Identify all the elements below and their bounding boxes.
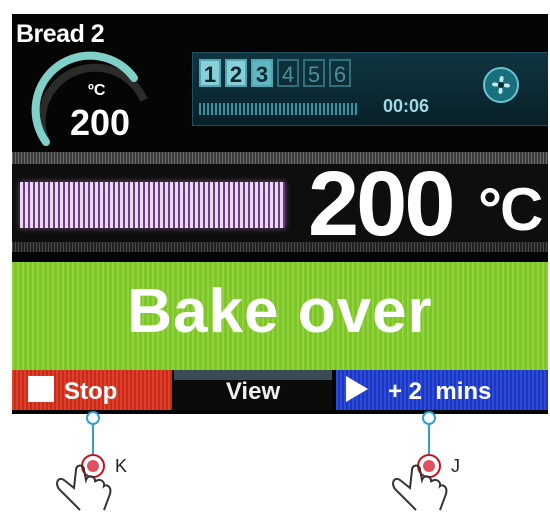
stop-square-icon — [28, 376, 54, 402]
step-2[interactable]: 2 — [225, 59, 247, 87]
heating-bar — [20, 182, 285, 228]
view-button[interactable]: View — [174, 370, 332, 410]
status-text: Bake over — [127, 277, 433, 346]
step-4[interactable]: 4 — [277, 59, 299, 87]
setpoint-unit: ºC — [88, 82, 106, 99]
add-tap-annotation — [392, 411, 448, 511]
step-5[interactable]: 5 — [303, 59, 325, 87]
oven-temperature: 200 — [308, 153, 455, 255]
stop-button[interactable]: Stop — [12, 370, 172, 410]
step-timer: 00:06 — [383, 96, 430, 116]
step-1[interactable]: 1 — [199, 59, 221, 87]
add-marker-label: J — [451, 456, 460, 476]
step-6[interactable]: 6 — [329, 59, 351, 87]
fan-icon — [483, 67, 519, 103]
step-progress-bar — [199, 103, 359, 115]
stop-tap-annotation — [56, 411, 112, 511]
add-2-mins-button[interactable]: + 2 mins — [336, 370, 548, 410]
temperature-band: 200 °C — [12, 152, 548, 252]
add-2-mins-label: + 2 mins — [388, 378, 492, 405]
play-triangle-icon — [346, 376, 368, 402]
step-3[interactable]: 3 — [251, 59, 273, 87]
status-banner: Bake over — [12, 262, 548, 370]
oven-display: Bread 2 ºC 200 1 2 3 4 5 6 00:06 200 °C … — [12, 14, 548, 414]
program-steps-panel: 1 2 3 4 5 6 00:06 — [192, 52, 548, 126]
setpoint-value: 200 — [70, 102, 131, 143]
stop-label: Stop — [64, 378, 118, 405]
view-label: View — [225, 378, 281, 405]
oven-temperature-unit: °C — [478, 176, 543, 243]
stop-marker-label: K — [115, 456, 128, 476]
program-title: Bread 2 — [16, 20, 105, 48]
